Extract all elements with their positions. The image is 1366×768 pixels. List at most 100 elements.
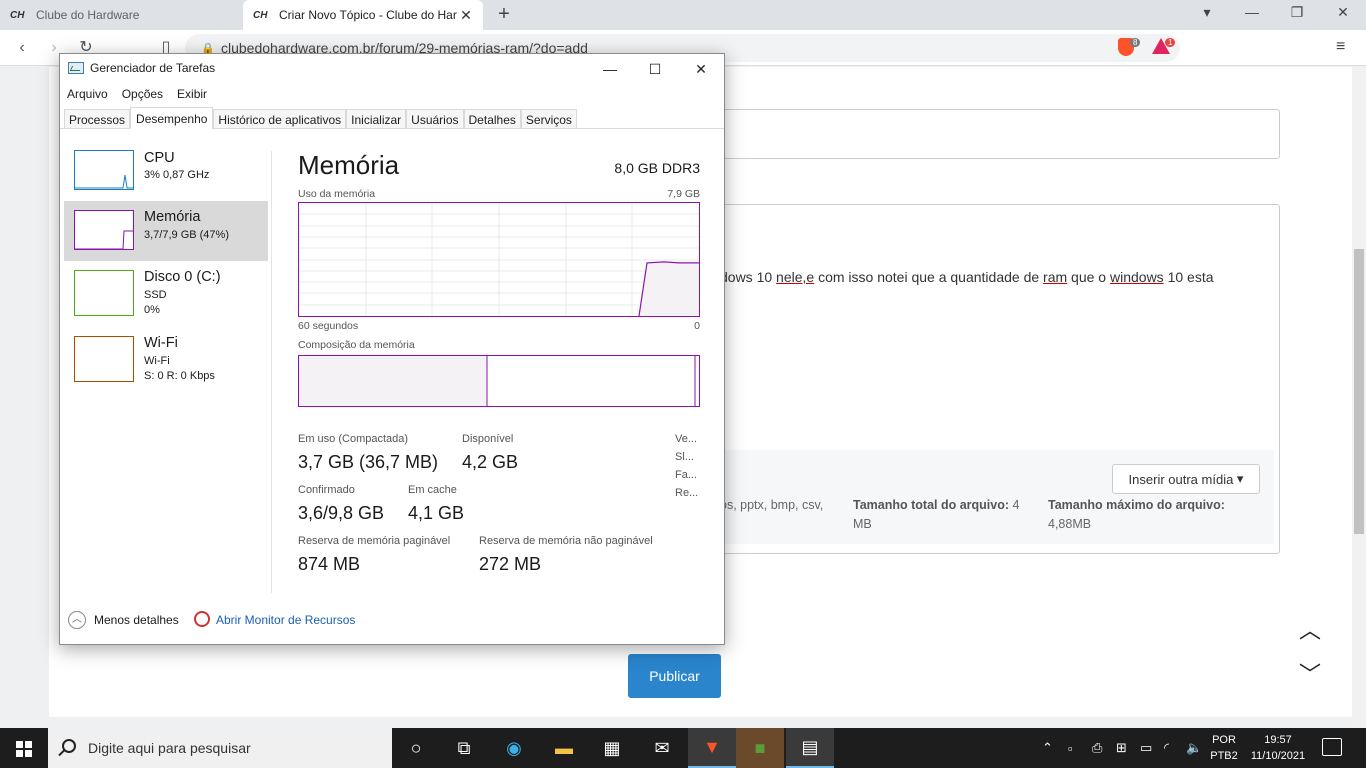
maximize-icon[interactable]: ☐ xyxy=(640,58,670,80)
back-icon[interactable]: ‹ xyxy=(12,38,32,58)
sidebar-item-cpu[interactable]: CPU 3% 0,87 GHz xyxy=(64,144,268,204)
sidebar-detail: 3% 0,87 GHz xyxy=(144,169,210,181)
publish-button[interactable]: Publicar xyxy=(628,654,721,698)
task-manager-tabs: Processos Desempenho Histórico de aplica… xyxy=(60,107,724,129)
scroll-down-icon[interactable]: ﹀ xyxy=(1296,657,1324,687)
chevron-up-icon[interactable]: ︿ xyxy=(68,611,86,629)
brave-browser-icon[interactable]: ▼ xyxy=(688,728,736,768)
battery-icon[interactable]: ▭ xyxy=(1140,728,1152,768)
mail-icon[interactable]: ✉ xyxy=(638,728,686,768)
minimize-icon[interactable]: — xyxy=(595,58,625,80)
menu-view[interactable]: Exibir xyxy=(170,84,214,104)
tab-title: Clube do Hardware xyxy=(36,8,140,22)
in-use-label: Em uso (Compactada) xyxy=(298,433,409,445)
sidebar-name: Wi-Fi xyxy=(144,335,178,351)
close-tab-icon[interactable]: ✕ xyxy=(459,7,473,24)
usage-area xyxy=(639,262,699,316)
wifi-icon[interactable]: ◜ xyxy=(1164,728,1169,768)
cached-label: Em cache xyxy=(408,484,457,496)
usage-label: Uso da memória xyxy=(298,188,376,200)
tab-users[interactable]: Usuários xyxy=(406,109,464,128)
clock[interactable]: 19:57 11/10/2021 xyxy=(1246,732,1310,764)
task-manager-footer: ︿ Menos detalhes Abrir Monitor de Recurs… xyxy=(60,606,724,636)
window-title: Gerenciador de Tarefas xyxy=(90,61,216,75)
performance-sidebar: CPU 3% 0,87 GHz Memória 3,7/7,9 GB (47%)… xyxy=(64,134,270,594)
time-end-label: 0 xyxy=(694,320,700,332)
edge-icon[interactable]: ◉ xyxy=(490,728,538,768)
nonpaged-pool-label: Reserva de memória não paginável xyxy=(479,535,653,547)
minecraft-icon[interactable]: ■ xyxy=(736,728,784,768)
cortana-icon[interactable]: ○ xyxy=(392,728,440,768)
volume-mute-icon[interactable]: 🔈 xyxy=(1186,728,1202,768)
tab-details[interactable]: Detalhes xyxy=(463,109,521,128)
sidebar-item-disk[interactable]: Disco 0 (C:) SSD 0% xyxy=(64,261,268,321)
sidebar-name: Disco 0 (C:) xyxy=(144,269,221,285)
tab-startup[interactable]: Inicializar xyxy=(346,109,407,128)
paged-pool-value: 874 MB xyxy=(298,554,361,574)
task-manager-icon[interactable]: ▤ xyxy=(786,728,834,768)
browser-tab[interactable]: CH Clube do Hardware xyxy=(0,0,240,30)
menu-options[interactable]: Opções xyxy=(115,84,170,104)
tab-services[interactable]: Serviços xyxy=(520,109,577,128)
browser-tab-active[interactable]: CH Criar Novo Tópico - Clube do Har ✕ xyxy=(243,0,483,30)
memory-graph-svg xyxy=(75,230,133,250)
close-icon[interactable]: ✕ xyxy=(686,58,716,80)
task-manager-window: Gerenciador de Tarefas — ☐ ✕ Arquivo Opç… xyxy=(59,53,725,645)
restore-icon[interactable]: ❐ xyxy=(1285,4,1309,26)
sidebar-detail: SSD xyxy=(144,289,167,301)
file-explorer-icon[interactable]: ▬ xyxy=(540,728,588,768)
divider xyxy=(271,151,272,593)
memory-usage-svg xyxy=(299,203,699,317)
total-size-info: Tamanho total do arquivo: 4 MB xyxy=(853,498,1020,531)
sidebar-name: CPU xyxy=(144,150,175,166)
composition-label: Composição da memória xyxy=(298,339,415,351)
tab-app-history[interactable]: Histórico de aplicativos xyxy=(213,109,347,128)
time-label: 60 segundos xyxy=(298,320,359,332)
minimize-icon[interactable]: — xyxy=(1240,4,1264,26)
close-window-icon[interactable]: ✕ xyxy=(1331,4,1355,26)
start-button[interactable] xyxy=(0,728,48,768)
notification-center-icon[interactable] xyxy=(1322,738,1342,756)
browser-menu-icon[interactable]: ≡ xyxy=(1336,38,1345,56)
speed-label: Ve... xyxy=(675,433,698,445)
memory-type: 8,0 GB DDR3 xyxy=(614,160,700,176)
store-icon[interactable]: ▦ xyxy=(588,728,636,768)
tray-network-adapter-icon[interactable]: ⊞ xyxy=(1116,728,1127,768)
site-favicon-icon: CH xyxy=(253,9,268,21)
sidebar-detail: Wi-Fi xyxy=(144,355,170,367)
cpu-graph-svg xyxy=(75,174,133,189)
tray-chevron-up-icon[interactable]: ⌃ xyxy=(1042,728,1053,768)
tray-app-icon[interactable]: ▫ xyxy=(1068,728,1073,768)
slots-label: Sl... xyxy=(675,451,694,463)
sidebar-detail: S: 0 R: 0 Kbps xyxy=(144,370,215,382)
sidebar-detail: 3,7/7,9 GB (47%) xyxy=(144,229,229,241)
available-label: Disponível xyxy=(462,433,514,445)
page-scrollbar[interactable] xyxy=(1352,67,1366,728)
fewer-details-link[interactable]: Menos detalhes xyxy=(94,613,179,627)
language-indicator[interactable]: POR PTB2 xyxy=(1204,732,1244,764)
new-tab-button[interactable]: + xyxy=(494,4,514,26)
available-value: 4,2 GB xyxy=(462,452,519,472)
insert-media-button[interactable]: Inserir outra mídia ▾ xyxy=(1112,464,1260,494)
tab-performance[interactable]: Desempenho xyxy=(130,107,214,129)
tab-search-icon[interactable]: ▾ xyxy=(1195,4,1219,26)
sidebar-item-memory[interactable]: Memória 3,7/7,9 GB (47%) xyxy=(64,201,268,261)
cpu-mini-graph xyxy=(74,150,134,190)
sidebar-detail: 0% xyxy=(144,304,160,316)
sidebar-item-wifi[interactable]: Wi-Fi Wi-Fi S: 0 R: 0 Kbps xyxy=(64,329,268,389)
task-manager-app-icon xyxy=(68,62,84,74)
taskbar-search-box[interactable]: Digite aqui para pesquisar xyxy=(48,728,392,768)
resource-monitor-link[interactable]: Abrir Monitor de Recursos xyxy=(216,613,355,627)
nonpaged-pool-value: 272 MB xyxy=(479,554,542,574)
windows-taskbar: Digite aqui para pesquisar ○ ⧉ ◉ ▬ ▦ ✉ ▼… xyxy=(0,728,1366,768)
tab-processes[interactable]: Processos xyxy=(64,109,131,128)
tray-usb-icon[interactable]: ⎙ xyxy=(1092,728,1102,768)
task-view-icon[interactable]: ⧉ xyxy=(440,728,488,768)
disk-mini-graph xyxy=(74,270,134,316)
scroll-up-icon[interactable]: ︿ xyxy=(1296,613,1324,643)
memory-mini-graph xyxy=(74,210,134,250)
scrollbar-thumb[interactable] xyxy=(1354,249,1364,534)
menu-file[interactable]: Arquivo xyxy=(60,84,115,104)
title-input[interactable] xyxy=(700,109,1280,159)
sidebar-name: Memória xyxy=(144,209,201,225)
